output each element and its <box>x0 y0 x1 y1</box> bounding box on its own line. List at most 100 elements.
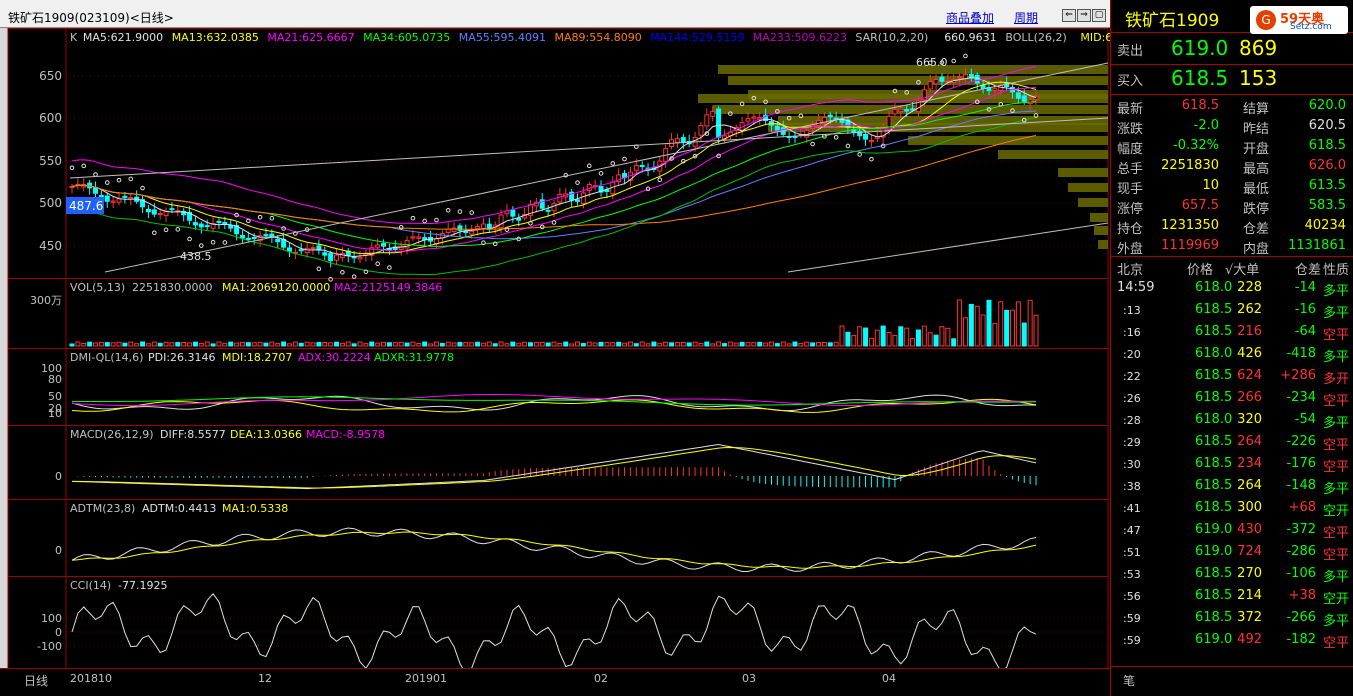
sar-dot <box>81 163 87 169</box>
adtm-value: ADTM:0.4413 <box>142 502 216 515</box>
candle <box>416 236 422 239</box>
tick-oi-change: -14 <box>1294 280 1316 295</box>
candle <box>469 230 475 235</box>
quote-value: 1231350 <box>1161 218 1219 233</box>
y-tick-label: 600 <box>39 111 62 125</box>
candle <box>698 124 704 136</box>
zoom-out-icon[interactable]: ⇐ <box>1062 9 1076 22</box>
tick-volume: 264 <box>1237 478 1262 493</box>
volume-bar <box>316 341 322 347</box>
volume-bar <box>980 314 986 347</box>
candle <box>716 108 722 138</box>
trades-tab[interactable]: 笔 <box>1123 672 1135 689</box>
volume-bar <box>939 326 945 347</box>
quote-row: 现手 10 最低 613.5 <box>1111 178 1353 198</box>
volume-bar <box>498 341 504 347</box>
candle <box>216 220 222 223</box>
tick-row: :20 618.0 426 -418 多平 <box>1111 346 1353 366</box>
tick-price: 618.5 <box>1195 324 1233 339</box>
volume-bar <box>475 341 481 347</box>
sar-dot <box>104 180 110 185</box>
quote-label: 涨跌 <box>1117 122 1144 137</box>
chart-area[interactable]: K MA5:621.9000 MA13:632.0385 MA21:625.6667 M… <box>0 28 1110 668</box>
tick-row: :41 618.5 300 +68 空开 <box>1111 500 1353 520</box>
candle <box>334 254 340 261</box>
tick-header-nature: 性质 <box>1323 263 1350 278</box>
tick-price: 618.5 <box>1195 610 1233 625</box>
sar-dot <box>375 261 380 267</box>
tick-nature: 空平 <box>1323 438 1350 453</box>
quote-label: 最高 <box>1243 162 1270 177</box>
volume-bar <box>504 343 510 347</box>
sar-dot <box>857 152 862 157</box>
indicator-label: BOLL(26,2) <box>1005 31 1066 44</box>
sar-dot <box>128 176 134 182</box>
candle <box>516 217 522 221</box>
cci-tick: 0 <box>55 626 62 639</box>
volume-bar <box>410 341 416 347</box>
volume-profile-bar <box>1090 213 1108 222</box>
volume-bar <box>486 341 492 347</box>
volume-bar <box>863 327 869 347</box>
tick-nature: 空平 <box>1323 548 1350 563</box>
quote-label: 幅度 <box>1117 142 1144 157</box>
tick-price: 618.0 <box>1195 412 1233 427</box>
tick-volume: 214 <box>1237 588 1262 603</box>
volume-bar <box>457 341 463 347</box>
logo-icon: G <box>1256 10 1276 30</box>
candle <box>192 222 198 226</box>
quote-value: 1119969 <box>1161 238 1219 253</box>
zoom-in-icon[interactable]: ⇒ <box>1077 9 1091 22</box>
chart-title: 铁矿石1909(023109)<日线> <box>8 11 174 25</box>
tick-price: 618.0 <box>1195 280 1233 295</box>
period-tab[interactable]: 日线 <box>24 672 48 689</box>
volume-bar <box>774 343 780 347</box>
candle <box>451 227 457 232</box>
volume-bar <box>604 342 610 347</box>
tick-time: :47 <box>1123 524 1141 537</box>
vol-ma2: MA2:2125149.3846 <box>334 281 442 294</box>
chart-title-bar: 铁矿石1909(023109)<日线> 商品叠加 周期 ⇐ ⇒ ▢ <box>0 0 1113 28</box>
indicator-label: MA55:595.4091 <box>459 31 546 44</box>
volume-bar <box>222 343 228 347</box>
volume-bar <box>463 342 469 347</box>
volume-bar <box>81 342 87 347</box>
volume-bar <box>839 325 845 347</box>
candle <box>710 111 716 117</box>
tick-row: :53 618.5 270 -106 多平 <box>1111 566 1353 586</box>
volume-bar <box>69 343 75 347</box>
tick-price: 619.0 <box>1195 522 1233 537</box>
maximize-icon[interactable]: ▢ <box>1092 9 1106 22</box>
volume-bar <box>1027 299 1033 347</box>
tick-nature: 多平 <box>1323 482 1350 497</box>
low-label: 438.5 <box>180 250 212 263</box>
overlay-link[interactable]: 商品叠加 <box>946 9 994 26</box>
tick-volume: 216 <box>1237 324 1262 339</box>
volume-bar <box>281 341 287 347</box>
volume-bar <box>915 329 921 347</box>
volume-bar <box>962 317 968 347</box>
y-tick-label: 500 <box>39 196 62 210</box>
volume-bar <box>416 343 422 347</box>
volume-profile-bar <box>1068 183 1108 192</box>
candle <box>633 164 639 171</box>
quote-label: 跌停 <box>1243 202 1270 217</box>
volume-profile-bar <box>698 94 1108 103</box>
quote-value: 583.5 <box>1308 198 1346 213</box>
quote-value: 620.5 <box>1308 118 1346 133</box>
candle <box>927 81 933 90</box>
volume-bar <box>804 341 810 347</box>
high-label: 665.0 <box>916 56 948 69</box>
candle <box>1015 92 1021 99</box>
tick-time: :22 <box>1123 370 1141 383</box>
volume-bar <box>645 343 651 347</box>
volume-bar <box>986 299 992 347</box>
candle <box>110 200 116 203</box>
period-link[interactable]: 周期 <box>1014 9 1038 26</box>
vol-value: 2251830.0000 <box>132 281 212 294</box>
candle <box>116 198 122 203</box>
volume-bar <box>122 342 128 347</box>
quote-row: 外盘 1119969 内盘 1131861 <box>1111 238 1353 258</box>
buy-row: 买入 618.5 153 <box>1111 66 1353 92</box>
sar-dot <box>469 210 475 215</box>
